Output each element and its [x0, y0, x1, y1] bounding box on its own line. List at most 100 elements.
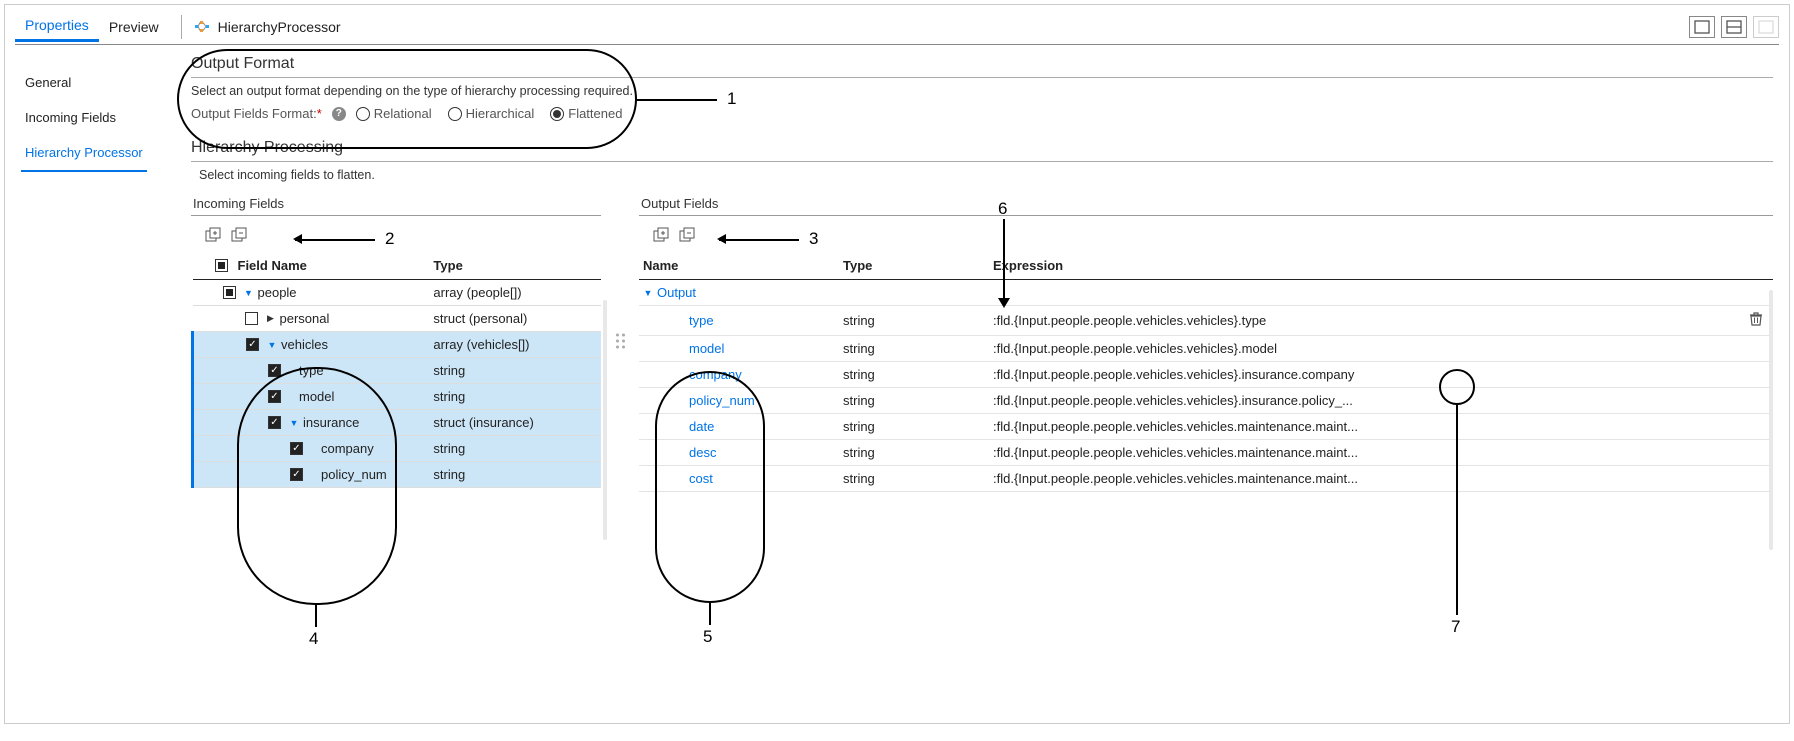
row-checkbox[interactable] [223, 286, 236, 299]
output-field-expression: :fld.{Input.people.people.vehicles.vehic… [989, 362, 1739, 388]
row-checkbox[interactable] [290, 442, 303, 455]
tab-properties[interactable]: Properties [15, 11, 99, 42]
collapse-all-icon[interactable] [677, 226, 697, 246]
field-name: policy_num [321, 467, 387, 482]
incoming-fields-panel: Incoming Fields Field Name Type ▼ people… [191, 190, 601, 492]
layout-blank-icon[interactable] [1753, 16, 1779, 38]
field-name: model [299, 389, 334, 404]
output-row[interactable]: policy_num string:fld.{Input.people.peopl… [639, 388, 1773, 414]
sidenav-general[interactable]: General [21, 65, 179, 100]
output-field-name[interactable]: date [643, 419, 714, 434]
scrollbar[interactable] [1769, 290, 1773, 550]
output-field-name[interactable]: type [643, 313, 714, 328]
output-field-name[interactable]: model [643, 341, 724, 356]
radio-hierarchical[interactable]: Hierarchical [448, 106, 535, 121]
row-checkbox[interactable] [290, 468, 303, 481]
panel-splitter[interactable] [613, 190, 627, 492]
sidenav-hierarchy-processor[interactable]: Hierarchy Processor [21, 135, 147, 172]
hierarchy-processor-icon [194, 19, 210, 35]
scrollbar[interactable] [603, 300, 607, 540]
annotation-number: 3 [809, 229, 818, 249]
sidenav-incoming-fields[interactable]: Incoming Fields [21, 100, 179, 135]
annotation-number: 7 [1451, 617, 1460, 637]
chevron-right-icon[interactable]: ▶ [266, 313, 276, 324]
row-checkbox[interactable] [268, 364, 281, 377]
output-row[interactable]: cost string:fld.{Input.people.people.vehi… [639, 466, 1773, 492]
row-checkbox[interactable] [246, 338, 259, 351]
help-icon[interactable]: ? [332, 107, 346, 121]
output-root-label[interactable]: Output [657, 285, 696, 300]
expand-all-icon[interactable] [651, 226, 671, 246]
output-field-expression: :fld.{Input.people.people.vehicles.vehic… [989, 440, 1739, 466]
annotation-number: 5 [703, 627, 712, 647]
incoming-fields-table: Field Name Type ▼ peoplearray (people[])… [191, 254, 601, 488]
incoming-row[interactable]: policy_numstring [193, 462, 602, 488]
annotation-number: 2 [385, 229, 394, 249]
output-fields-table: Name Type Expression ▼ Output typestring… [639, 254, 1773, 492]
output-field-type: string [839, 306, 989, 336]
field-type: struct (insurance) [429, 410, 601, 436]
output-field-name[interactable]: cost [643, 471, 713, 486]
divider [191, 77, 1773, 78]
row-checkbox[interactable] [268, 390, 281, 403]
output-row[interactable]: type string:fld.{Input.people.people.vehi… [639, 306, 1773, 336]
incoming-row[interactable]: ▼ vehiclesarray (vehicles[]) [193, 332, 602, 358]
output-field-type: string [839, 466, 989, 492]
field-type: string [429, 358, 601, 384]
field-name: company [321, 441, 374, 456]
output-field-expression: :fld.{Input.people.people.vehicles.vehic… [989, 388, 1739, 414]
output-row[interactable]: desc string:fld.{Input.people.people.vehi… [639, 440, 1773, 466]
output-field-type: string [839, 336, 989, 362]
field-name: vehicles [281, 337, 328, 352]
select-all-checkbox[interactable] [215, 259, 228, 272]
annotation-number: 4 [309, 629, 318, 649]
output-field-name[interactable]: policy_num [643, 393, 755, 408]
output-field-name[interactable]: company [643, 367, 742, 382]
side-nav: General Incoming Fields Hierarchy Proces… [15, 49, 185, 492]
tab-preview[interactable]: Preview [99, 13, 169, 41]
annotation-number: 6 [998, 199, 1007, 219]
output-fields-title: Output Fields [641, 196, 1773, 211]
chevron-down-icon[interactable]: ▼ [267, 340, 277, 350]
radio-relational[interactable]: Relational [356, 106, 432, 121]
row-checkbox[interactable] [245, 312, 258, 325]
output-root-row[interactable]: ▼ Output [639, 280, 1773, 306]
output-field-name[interactable]: desc [643, 445, 716, 460]
output-format-title: Output Format [191, 55, 1773, 73]
incoming-row[interactable]: ▼ peoplearray (people[]) [193, 280, 602, 306]
layout-single-icon[interactable] [1689, 16, 1715, 38]
incoming-row[interactable]: modelstring [193, 384, 602, 410]
trash-icon[interactable] [1748, 315, 1764, 330]
incoming-row[interactable]: companystring [193, 436, 602, 462]
drag-handle-icon[interactable] [614, 334, 626, 349]
processor-label: HierarchyProcessor [194, 19, 341, 35]
radio-flattened[interactable]: Flattened [550, 106, 622, 121]
field-name: insurance [303, 415, 359, 430]
layout-split-icon[interactable] [1721, 16, 1747, 38]
chevron-down-icon[interactable]: ▼ [244, 288, 254, 298]
expand-all-icon[interactable] [203, 226, 223, 246]
processor-name: HierarchyProcessor [218, 19, 341, 35]
output-row[interactable]: datestring:fld.{Input.people.people.vehi… [639, 414, 1773, 440]
output-field-type: string [839, 388, 989, 414]
chevron-down-icon[interactable]: ▼ [289, 418, 299, 428]
output-field-type: string [839, 362, 989, 388]
divider [639, 215, 1773, 216]
output-field-type: string [839, 440, 989, 466]
divider [191, 161, 1773, 162]
incoming-row[interactable]: ▼ insurance struct (insurance) [193, 410, 602, 436]
top-bar: Properties Preview HierarchyProcessor [15, 9, 1779, 45]
output-row[interactable]: company string:fld.{Input.people.people.v… [639, 362, 1773, 388]
incoming-row[interactable]: typestring [193, 358, 602, 384]
field-name: personal [280, 311, 330, 326]
field-name: people [258, 285, 297, 300]
collapse-all-icon[interactable] [229, 226, 249, 246]
incoming-row[interactable]: ▶ personalstruct (personal) [193, 306, 602, 332]
incoming-fields-title: Incoming Fields [193, 196, 601, 211]
output-field-expression: :fld.{Input.people.people.vehicles.vehic… [989, 306, 1739, 336]
chevron-down-icon[interactable]: ▼ [643, 288, 653, 298]
row-checkbox[interactable] [268, 416, 281, 429]
output-field-expression: :fld.{Input.people.people.vehicles.vehic… [989, 466, 1739, 492]
output-row[interactable]: modelstring:fld.{Input.people.people.veh… [639, 336, 1773, 362]
main-panel: Output Format Select an output format de… [185, 49, 1779, 492]
